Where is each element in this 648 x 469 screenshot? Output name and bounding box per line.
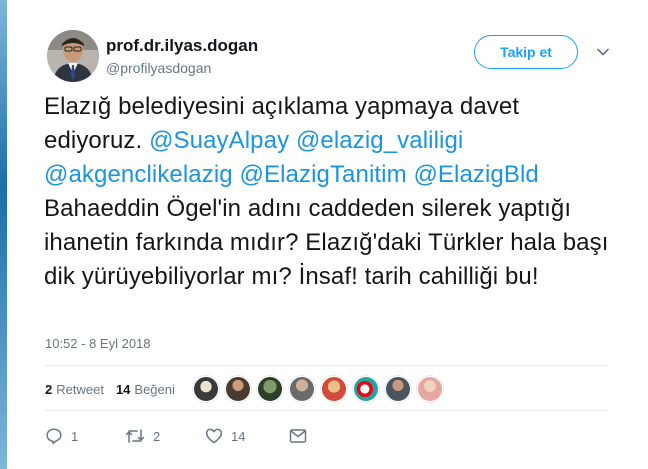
avatar-image xyxy=(47,30,99,82)
liker-avatar[interactable] xyxy=(256,376,283,402)
likes-label: Beğeni xyxy=(134,381,175,397)
follow-button[interactable]: Takip et xyxy=(474,35,578,69)
tweet-card: prof.dr.ilyas.dogan @profilyasdogan Taki… xyxy=(7,0,648,469)
liker-avatar[interactable] xyxy=(384,376,411,402)
tweet-text: Elazığ belediyesini açıklama yapmaya dav… xyxy=(44,90,624,294)
reply-icon xyxy=(46,428,62,445)
mention-link[interactable]: @ElazigBld xyxy=(413,161,538,188)
like-button[interactable]: 14 xyxy=(205,427,289,445)
liker-avatars xyxy=(192,376,449,402)
retweets-stat[interactable]: 2 Retweet xyxy=(45,382,104,397)
direct-message-button[interactable] xyxy=(289,428,307,444)
mention-link[interactable]: @ElazigTanitim xyxy=(240,161,407,188)
tweet-text-part: Bahaeddin Ögel'in adını caddeden silerek… xyxy=(44,195,609,290)
liker-avatar[interactable] xyxy=(224,376,251,402)
likes-count: 14 xyxy=(115,381,131,397)
liker-avatar[interactable] xyxy=(416,376,443,402)
reply-count: 1 xyxy=(71,428,79,444)
retweets-label: Retweet xyxy=(56,381,104,397)
avatar[interactable] xyxy=(47,30,99,82)
liker-avatar[interactable] xyxy=(352,376,379,402)
divider xyxy=(44,365,608,366)
window-edge xyxy=(0,0,7,469)
tweet-actions: 1 2 14 xyxy=(45,424,307,448)
user-handle[interactable]: @profilyasdogan xyxy=(106,60,211,76)
user-display-name[interactable]: prof.dr.ilyas.dogan xyxy=(106,36,258,56)
liker-avatar[interactable] xyxy=(320,376,347,402)
envelope-icon xyxy=(289,429,307,443)
retweet-button[interactable]: 2 xyxy=(125,427,205,445)
chevron-down-icon[interactable] xyxy=(596,45,610,59)
reply-button[interactable]: 1 xyxy=(45,427,125,445)
tweet-stats: 2 Retweet 14 Beğeni xyxy=(45,372,449,406)
mention-link[interactable]: @akgenclikelazig xyxy=(44,161,233,188)
retweet-count: 2 xyxy=(153,428,161,444)
heart-icon xyxy=(205,428,223,444)
liker-avatar[interactable] xyxy=(288,376,315,402)
tweet-timestamp[interactable]: 10:52 - 8 Eyl 2018 xyxy=(45,336,151,351)
divider xyxy=(44,410,608,411)
retweet-icon xyxy=(125,429,145,443)
likes-stat[interactable]: 14 Beğeni xyxy=(116,382,175,397)
retweets-count: 2 xyxy=(45,381,53,397)
like-count: 14 xyxy=(231,428,246,444)
liker-avatar[interactable] xyxy=(192,376,219,402)
mention-link[interactable]: @SuayAlpay xyxy=(149,127,289,154)
mention-link[interactable]: @elazig_valiligi xyxy=(296,127,463,154)
